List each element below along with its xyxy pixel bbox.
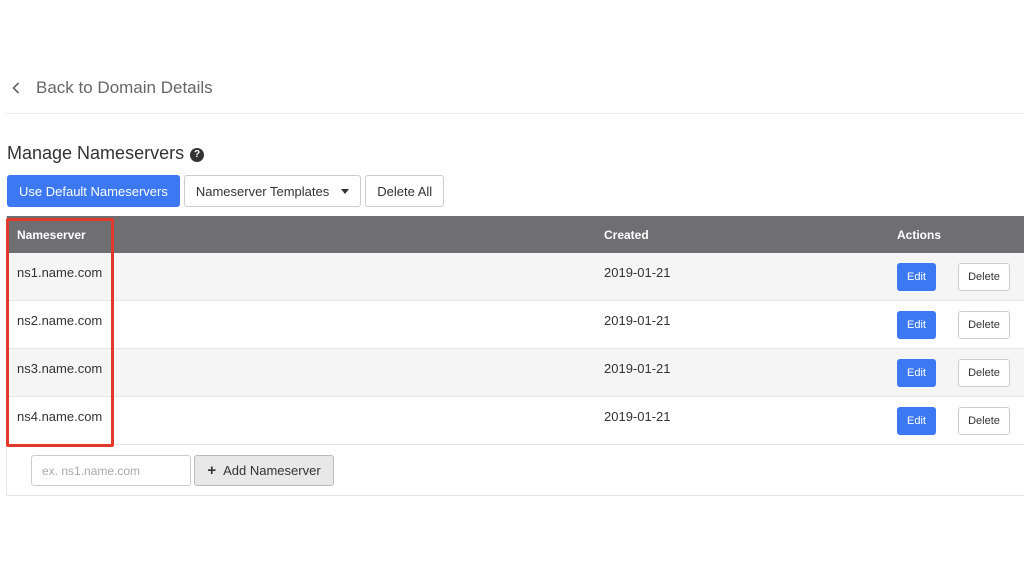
help-icon[interactable]: ? [190, 147, 205, 162]
toolbar: Use Default Nameservers Nameserver Templ… [7, 175, 445, 207]
page-title: Manage Nameservers [7, 143, 185, 163]
nameserver-table: Nameserver Created Actions ns1.name.com … [6, 216, 1024, 496]
nameserver-input[interactable] [31, 455, 191, 486]
table-row: ns2.name.com 2019-01-21 Edit Delete [7, 301, 1024, 349]
nameserver-cell: ns4.name.com [17, 409, 103, 424]
nameserver-cell: ns2.name.com [17, 313, 103, 328]
nameserver-cell: ns1.name.com [17, 265, 103, 280]
use-default-nameservers-button[interactable]: Use Default Nameservers [7, 175, 180, 207]
created-cell: 2019-01-21 [604, 313, 671, 328]
back-link-label: Back to Domain Details [36, 78, 213, 97]
created-cell: 2019-01-21 [604, 265, 671, 280]
templates-label: Nameserver Templates [195, 183, 330, 199]
header-nameserver: Nameserver [17, 227, 86, 242]
header-created: Created [604, 227, 649, 242]
caret-down-icon [341, 188, 350, 194]
delete-all-button[interactable]: Delete All [365, 175, 445, 207]
header-actions: Actions [897, 227, 942, 242]
delete-button[interactable]: Delete [958, 311, 1010, 339]
created-cell: 2019-01-21 [604, 361, 671, 376]
edit-button[interactable]: Edit [897, 407, 936, 435]
add-nameserver-button[interactable]: + Add Nameserver [194, 455, 334, 486]
chevron-left-icon [12, 78, 24, 98]
add-nameserver-label: Add Nameserver [223, 463, 321, 478]
table-row: ns3.name.com 2019-01-21 Edit Delete [7, 349, 1024, 397]
created-cell: 2019-01-21 [604, 409, 671, 424]
nameserver-cell: ns3.name.com [17, 361, 103, 376]
add-nameserver-row: + Add Nameserver [7, 445, 1024, 495]
delete-button[interactable]: Delete [958, 407, 1010, 435]
table-row: ns1.name.com 2019-01-21 Edit Delete [7, 253, 1024, 301]
table-row: ns4.name.com 2019-01-21 Edit Delete [7, 397, 1024, 445]
page-title-row: Manage Nameservers ? [7, 143, 205, 164]
delete-button[interactable]: Delete [958, 359, 1010, 387]
plus-icon: + [207, 462, 217, 479]
edit-button[interactable]: Edit [897, 359, 936, 387]
delete-button[interactable]: Delete [958, 263, 1010, 291]
delete-all-label: Delete All [377, 183, 433, 199]
use-default-label: Use Default Nameservers [19, 183, 168, 199]
edit-button[interactable]: Edit [897, 263, 936, 291]
edit-button[interactable]: Edit [897, 311, 936, 339]
table-header: Nameserver Created Actions [7, 216, 1024, 253]
divider [6, 113, 1024, 114]
back-to-domain-details-link[interactable]: Back to Domain Details [12, 78, 213, 98]
nameserver-templates-dropdown[interactable]: Nameserver Templates [183, 175, 362, 207]
